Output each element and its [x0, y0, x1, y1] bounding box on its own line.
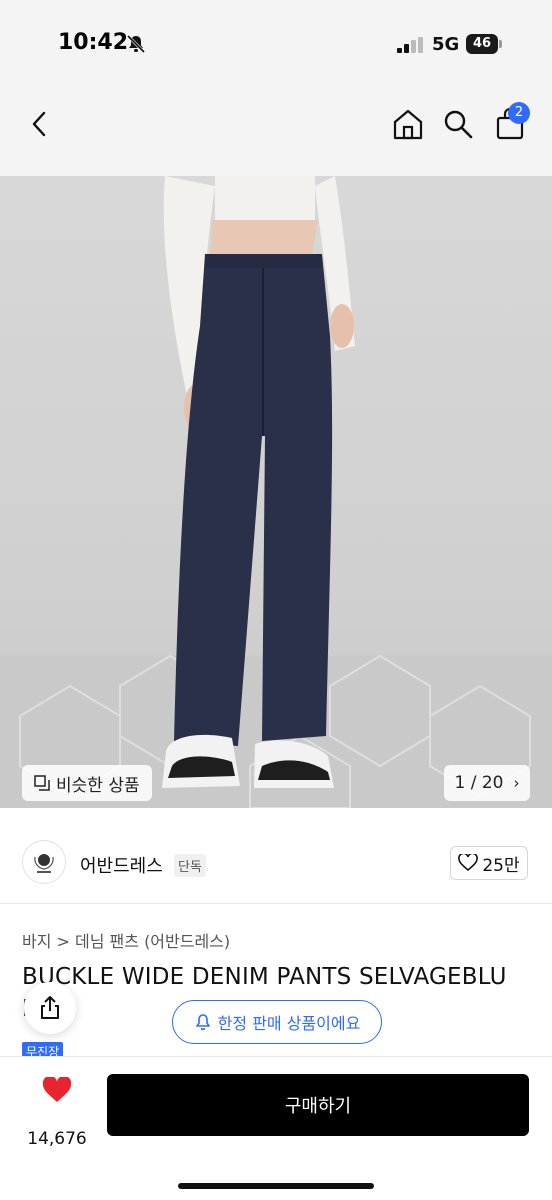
status-time: 10:42 — [58, 30, 129, 55]
cart-count-badge: 2 — [508, 102, 530, 124]
similar-products-label: 비슷한 상품 — [56, 775, 140, 796]
home-button[interactable] — [388, 104, 428, 144]
like-count: 14,676 — [27, 1129, 87, 1149]
heart-outline-icon — [458, 854, 479, 872]
brand-like-count: 25만 — [482, 855, 520, 876]
cellular-signal-icon — [397, 37, 423, 53]
product-title: BUCKLE WIDE DENIM PANTS SELVAGEBLU — [22, 964, 507, 990]
share-button[interactable] — [24, 982, 76, 1034]
home-icon — [393, 109, 423, 140]
back-button[interactable] — [20, 104, 60, 144]
status-bar: 10:42 5G 46 — [0, 0, 552, 88]
home-indicator[interactable] — [178, 1183, 374, 1189]
share-icon — [41, 996, 59, 1019]
exclusive-tag: 단독 — [174, 854, 206, 877]
brand-like-button[interactable]: 25만 — [450, 846, 528, 880]
buy-button[interactable]: 구매하기 — [107, 1074, 529, 1136]
limited-sale-notice[interactable]: 한정 판매 상품이에요 — [172, 1000, 382, 1044]
network-type: 5G — [432, 34, 460, 55]
image-counter[interactable]: 1 / 20 › — [444, 765, 530, 801]
chevron-left-icon — [32, 111, 46, 137]
search-button[interactable] — [438, 104, 478, 144]
search-icon — [444, 110, 473, 139]
brand-name[interactable]: 어반드레스 — [80, 852, 163, 878]
image-counter-text: 1 / 20 — [454, 773, 504, 793]
brand-row: 어반드레스 단독 25만 — [0, 822, 552, 904]
brand-logo[interactable] — [22, 840, 66, 884]
similar-products-button[interactable]: 비슷한 상품 — [22, 765, 152, 801]
laurel-logo-icon — [34, 854, 54, 873]
limited-sale-label: 한정 판매 상품이에요 — [217, 1014, 361, 1033]
top-nav — [0, 88, 552, 176]
battery-level: 46 — [466, 34, 498, 54]
like-button[interactable]: 14,676 — [22, 1075, 92, 1149]
copy-icon — [34, 775, 50, 791]
product-photo — [0, 176, 552, 808]
battery-icon: 46 — [466, 34, 502, 54]
chevron-right-icon: › — [513, 774, 520, 792]
product-image[interactable] — [0, 176, 552, 808]
heart-filled-icon — [42, 1075, 72, 1102]
bottom-action-bar: 14,676 구매하기 — [0, 1056, 552, 1200]
bell-icon — [195, 1014, 210, 1031]
bell-muted-icon — [126, 34, 146, 54]
breadcrumb[interactable]: 바지 > 데님 팬츠 (어반드레스) — [22, 928, 230, 952]
